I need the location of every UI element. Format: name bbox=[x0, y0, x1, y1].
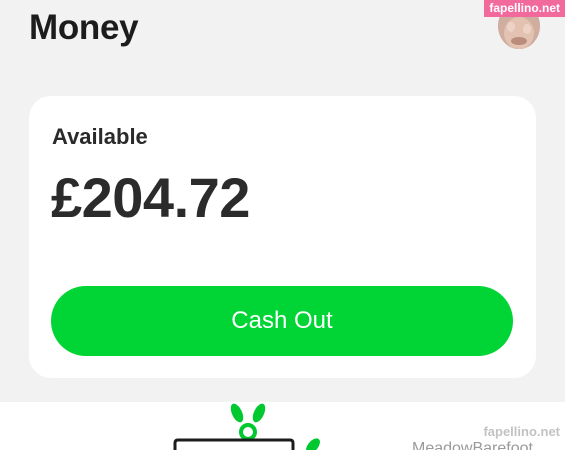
watermark: fapellino.net bbox=[484, 0, 565, 17]
cash-out-button[interactable]: Cash Out bbox=[51, 286, 513, 356]
promo-strip: MeadowBarefoot bbox=[0, 402, 565, 450]
plant-sprout-icon bbox=[173, 403, 320, 450]
available-label: Available bbox=[52, 124, 148, 149]
balance-amount: £204.72 bbox=[51, 166, 250, 229]
corner-watermark: fapellino.net bbox=[483, 424, 560, 439]
promo-label: MeadowBarefoot bbox=[412, 440, 533, 450]
page-title: Money bbox=[29, 8, 139, 47]
balance-card: Available £204.72 Cash Out bbox=[29, 96, 536, 378]
